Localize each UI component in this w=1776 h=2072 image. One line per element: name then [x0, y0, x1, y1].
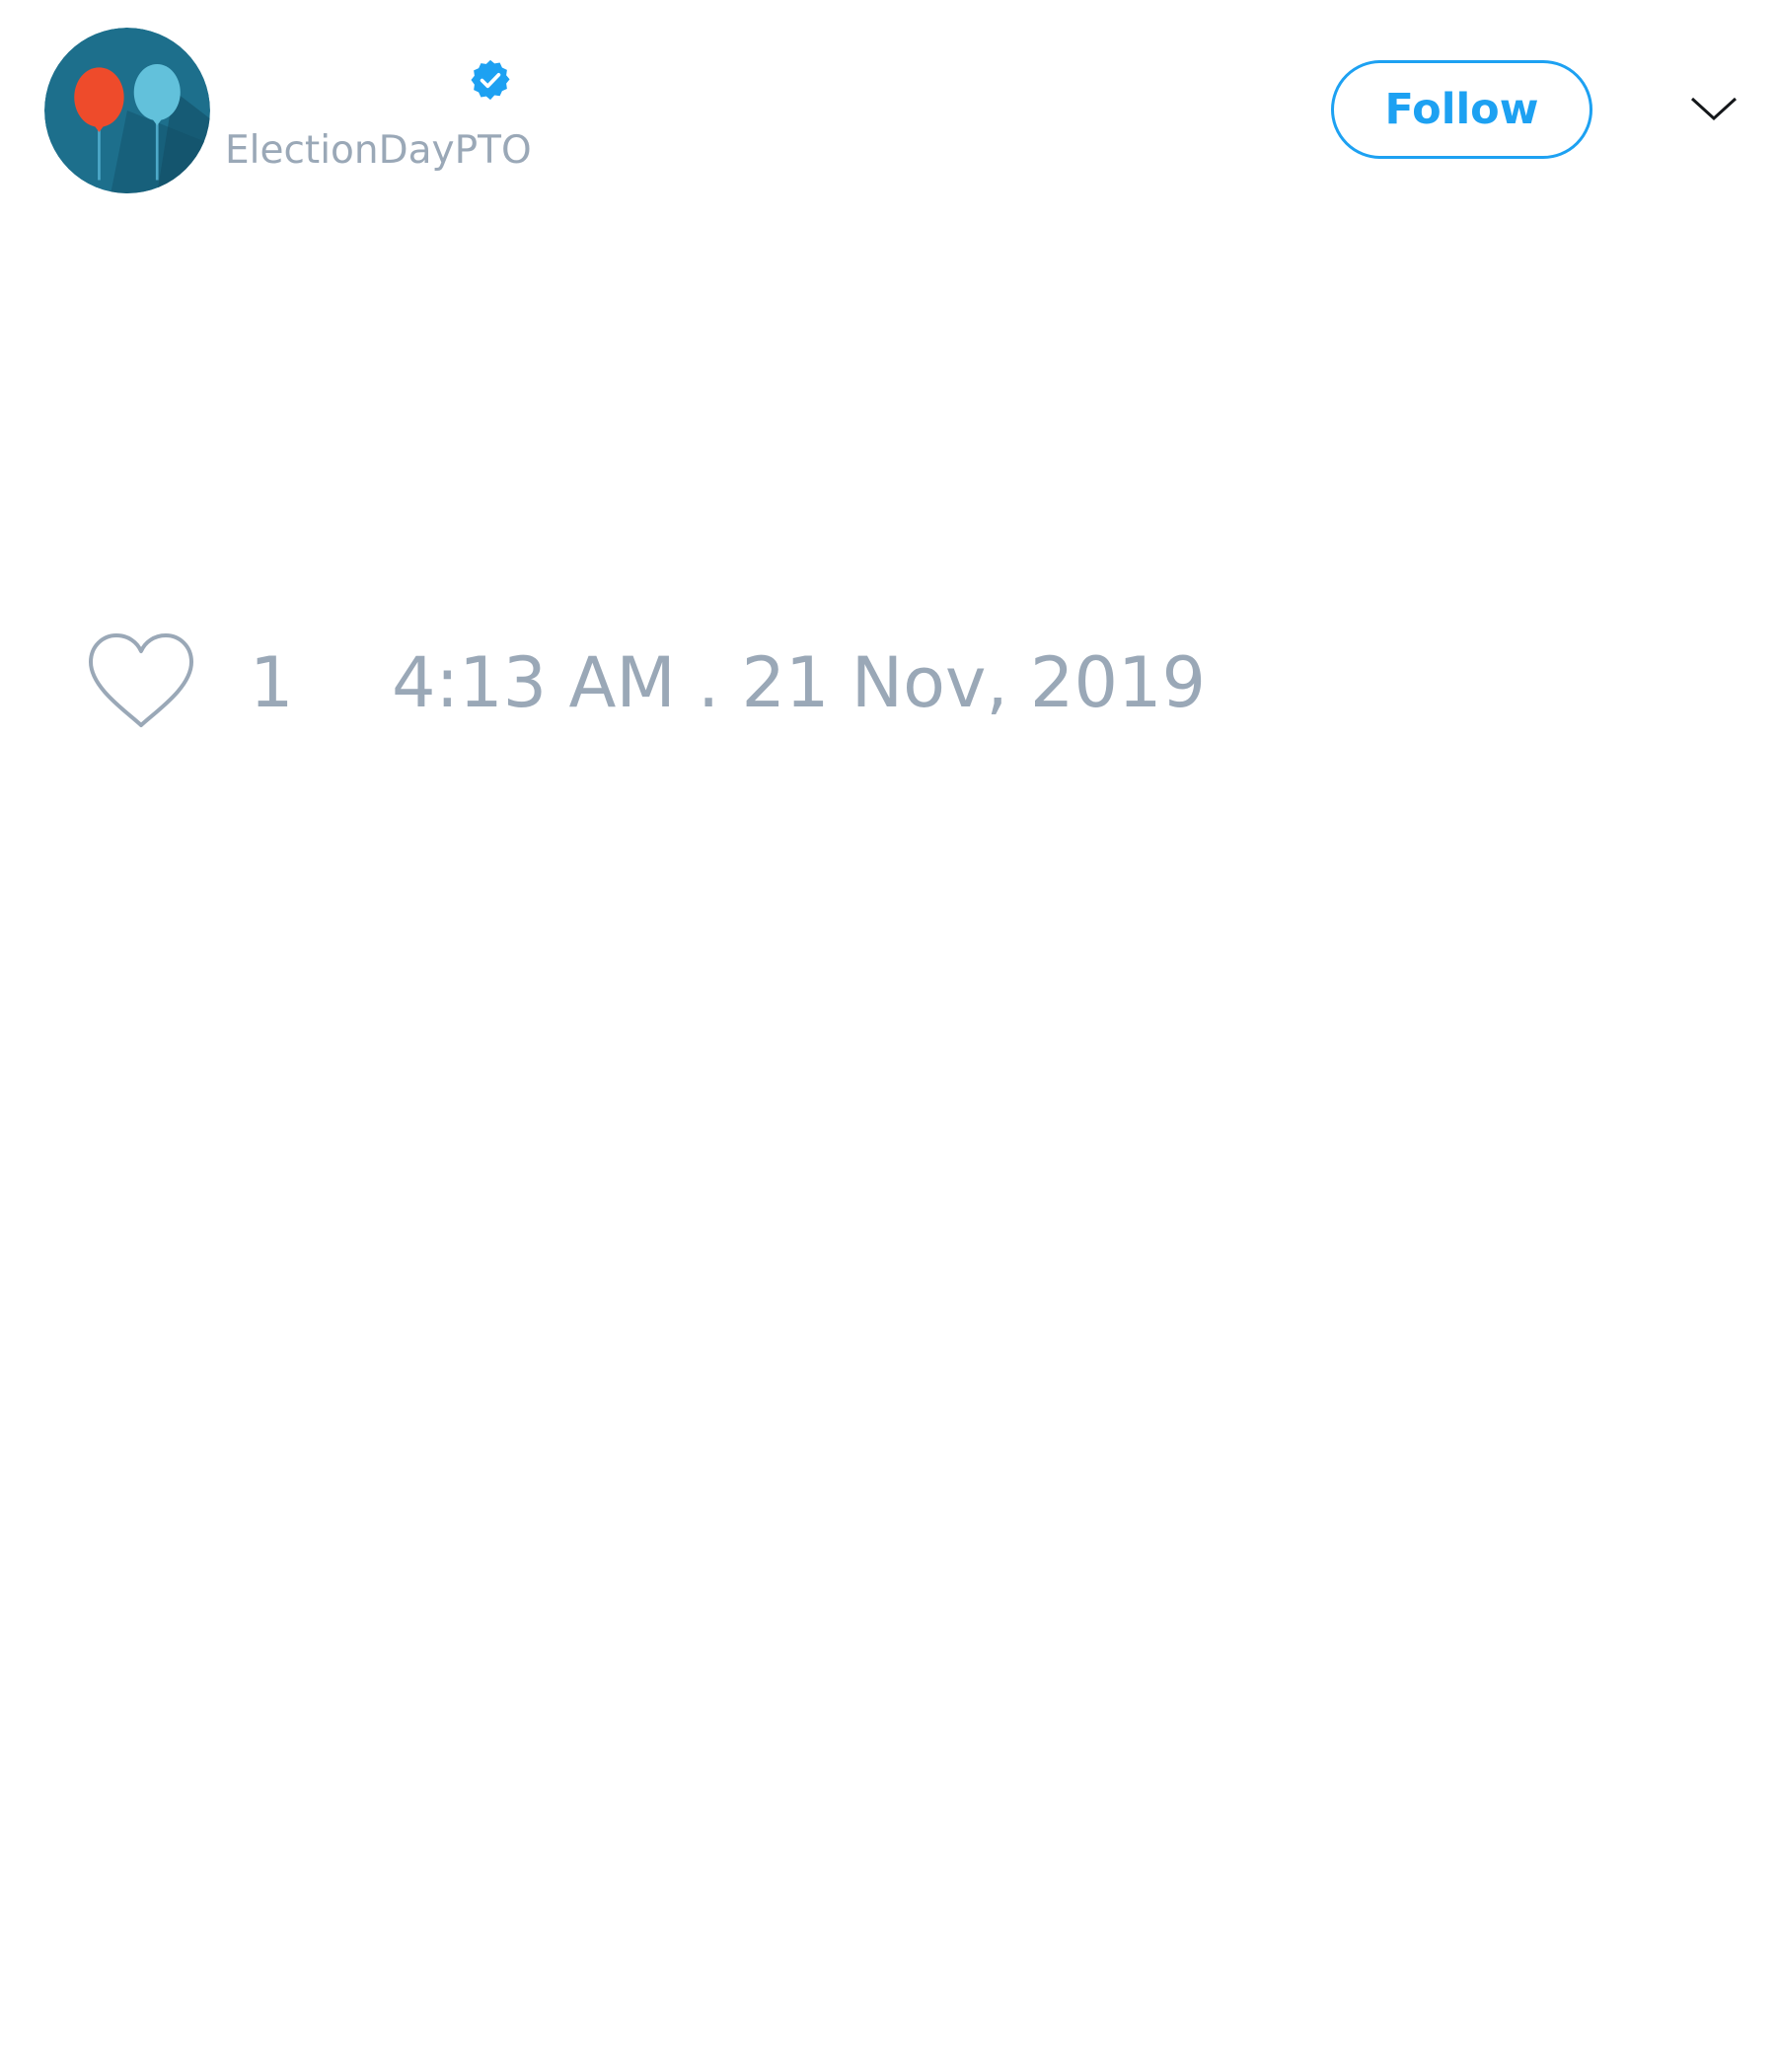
verified-badge-icon	[468, 57, 513, 103]
tweet-timestamp[interactable]: 4:13 AM . 21 Nov, 2019	[392, 641, 1206, 724]
like-count: 1	[250, 642, 294, 723]
author-handle[interactable]: ElectionDayPTO	[225, 123, 532, 179]
chevron-down-icon[interactable]	[1689, 89, 1739, 128]
author-avatar[interactable]	[44, 28, 210, 193]
heart-icon[interactable]	[87, 632, 195, 731]
balloons-avatar-icon	[44, 28, 210, 193]
follow-button[interactable]: Follow	[1331, 60, 1592, 159]
